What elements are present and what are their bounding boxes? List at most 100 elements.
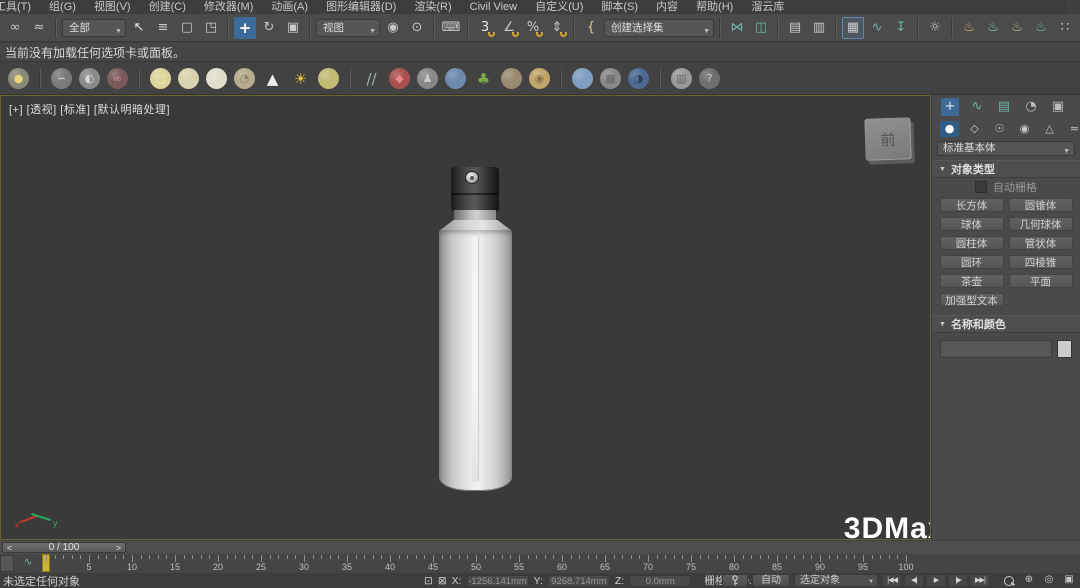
select-and-link-icon[interactable]: ∞	[4, 17, 26, 39]
menu-a[interactable]: 动画(A)	[262, 0, 317, 14]
modify-tab[interactable]: ∿	[968, 98, 986, 116]
use-pivot-center-icon[interactable]: ◉	[382, 17, 404, 39]
object-type-button[interactable]: 茶壶	[940, 274, 1004, 288]
keyboard-override-icon[interactable]: ⌨	[440, 17, 462, 39]
x-coord-field[interactable]: -1256.141mm	[467, 575, 529, 587]
next-frame-arrow[interactable]: >	[116, 543, 121, 553]
menu-t[interactable]: 工具(T)	[0, 0, 40, 14]
slate-material-icon[interactable]: ▦	[600, 68, 621, 89]
material-editor-icon[interactable]: ♨	[958, 17, 980, 39]
snap-toggle-3d-icon[interactable]: 3	[474, 17, 496, 39]
butter-slab-icon[interactable]: ▢	[150, 68, 171, 89]
dough-icon[interactable]	[178, 68, 199, 89]
shapes-subtab[interactable]: ◇	[965, 121, 984, 137]
render-setup-window-icon[interactable]: ♨	[982, 17, 1004, 39]
menu-item[interactable]: 内容	[647, 0, 687, 14]
object-type-button[interactable]: 加强型文本	[940, 293, 1004, 307]
menu-d[interactable]: 图形编辑器(D)	[317, 0, 405, 14]
selection-filter-dropdown[interactable]: 全部▼	[62, 19, 126, 37]
object-type-button[interactable]: 圆锥体	[1009, 198, 1073, 212]
isolate-selection-icon[interactable]: ⊡	[424, 575, 433, 587]
menu-g[interactable]: 组(G)	[40, 0, 85, 14]
glasses-icon[interactable]: ∞	[107, 68, 128, 89]
sun-icon[interactable]: ☀	[290, 68, 311, 89]
previous-frame-button[interactable]: ◀|	[904, 574, 924, 587]
clipboard-icon[interactable]: ▥	[671, 68, 692, 89]
time-slider-track[interactable]: < 0 / 100 >	[0, 541, 1080, 555]
spacewarps-subtab[interactable]: ≈	[1065, 121, 1080, 137]
zoom-icon[interactable]	[1000, 574, 1018, 587]
autogrid-checkbox[interactable]	[975, 181, 987, 193]
z-coord-field[interactable]: 0.0mm	[629, 575, 691, 587]
menu-h[interactable]: 帮助(H)	[687, 0, 742, 14]
hammer-icon[interactable]: ◆	[389, 68, 410, 89]
lights-subtab[interactable]: ☉	[990, 121, 1009, 137]
object-type-button[interactable]: 圆柱体	[940, 236, 1004, 250]
menu-r[interactable]: 渲染(R)	[405, 0, 460, 14]
schematic-view-icon[interactable]: ↧	[890, 17, 912, 39]
rectangular-selection-icon[interactable]: ▢	[176, 17, 198, 39]
object-type-button[interactable]: 球体	[940, 217, 1004, 231]
align-icon[interactable]: ◫	[750, 17, 772, 39]
window-crossing-icon[interactable]: ◳	[200, 17, 222, 39]
scene-explorer-icon[interactable]: ▤	[784, 17, 806, 39]
layer-explorer-icon[interactable]: ▥	[808, 17, 830, 39]
edit-named-selection-sets-icon[interactable]: {	[580, 17, 602, 39]
object-type-button[interactable]: 长方体	[940, 198, 1004, 212]
menu-civil-view[interactable]: Civil View	[461, 0, 526, 14]
cone-icon[interactable]: ▲	[262, 68, 283, 89]
sky-sphere-icon[interactable]	[572, 68, 593, 89]
play-button[interactable]: ▶	[926, 574, 946, 587]
geometry-subtab[interactable]: ●	[940, 121, 959, 137]
viewport-label[interactable]: [+] [透视] [标准] [默认明暗处理]	[9, 101, 170, 117]
light-lister-icon[interactable]: ●	[8, 68, 29, 89]
display-tab[interactable]: ▣	[1049, 98, 1067, 116]
name-color-rollout-header[interactable]: ▼ 名称和颜色	[932, 315, 1080, 333]
menu-m[interactable]: 修改器(M)	[195, 0, 263, 14]
percent-snap-icon[interactable]: %	[522, 17, 544, 39]
select-and-move-icon[interactable]: +	[234, 17, 256, 39]
perspective-viewport[interactable]: [+] [透视] [标准] [默认明暗处理] 前 x y 3DMa	[0, 95, 931, 540]
utilities-tab[interactable]: ʃ	[1076, 98, 1080, 116]
orbit-icon[interactable]: ◎	[1040, 574, 1058, 587]
viewcube[interactable]: 前	[864, 117, 911, 161]
select-and-manipulate-icon[interactable]: ⊙	[406, 17, 428, 39]
menu-item[interactable]: 溜云库	[742, 0, 793, 14]
help-icon[interactable]: ?	[699, 68, 720, 89]
zoom-extents-icon[interactable]: ⊕	[1020, 574, 1038, 587]
mini-curve-editor-icon[interactable]: ∿	[24, 557, 32, 568]
maxscript-mini-listener[interactable]	[0, 555, 14, 572]
dark-sphere-icon[interactable]: ◑	[628, 68, 649, 89]
animal-icon[interactable]	[501, 68, 522, 89]
object-type-button[interactable]: 几何球体	[1009, 217, 1073, 231]
bind-to-space-warp-icon[interactable]: ≈	[28, 17, 50, 39]
menu-s[interactable]: 脚本(S)	[592, 0, 647, 14]
state-sets-icon[interactable]: ∷	[1054, 17, 1076, 39]
pale-sphere-icon[interactable]	[206, 68, 227, 89]
selection-lock-icon[interactable]: ⊠	[438, 575, 447, 587]
object-color-swatch[interactable]	[1057, 340, 1072, 358]
select-object-icon[interactable]: ↖	[128, 17, 150, 39]
object-type-button[interactable]: 管状体	[1009, 236, 1073, 250]
shell-icon[interactable]: ◔	[234, 68, 255, 89]
named-selection-sets-dropdown[interactable]: 创建选择集▼	[604, 19, 714, 37]
object-type-button[interactable]: 四棱锥	[1009, 255, 1073, 269]
track-bar[interactable]: ∿ 51015202530354045505560657075808590951…	[0, 554, 1080, 574]
hierarchy-tab[interactable]: ▤	[995, 98, 1013, 116]
object-type-rollout-header[interactable]: ▼ 对象类型	[932, 160, 1080, 178]
curve-editor-icon[interactable]: ∿	[866, 17, 888, 39]
plant-icon[interactable]: ♣	[473, 68, 494, 89]
lion-icon[interactable]: ◉	[529, 68, 550, 89]
angle-snap-icon[interactable]: ∠	[498, 17, 520, 39]
olive-sphere-icon[interactable]	[318, 68, 339, 89]
statue-icon[interactable]: ♟	[417, 68, 438, 89]
category-dropdown[interactable]: 标准基本体 ▼	[937, 141, 1075, 156]
maximize-viewport-icon[interactable]: ▣	[1060, 574, 1078, 587]
select-and-rotate-icon[interactable]: ↻	[258, 17, 280, 39]
fish-icon[interactable]: ∽	[51, 68, 72, 89]
blue-sphere-icon[interactable]	[445, 68, 466, 89]
reference-coordinate-dropdown[interactable]: 视图▼	[316, 19, 380, 37]
menu-u[interactable]: 自定义(U)	[526, 0, 592, 14]
helpers-subtab[interactable]: △	[1040, 121, 1059, 137]
object-type-button[interactable]: 圆环	[940, 255, 1004, 269]
